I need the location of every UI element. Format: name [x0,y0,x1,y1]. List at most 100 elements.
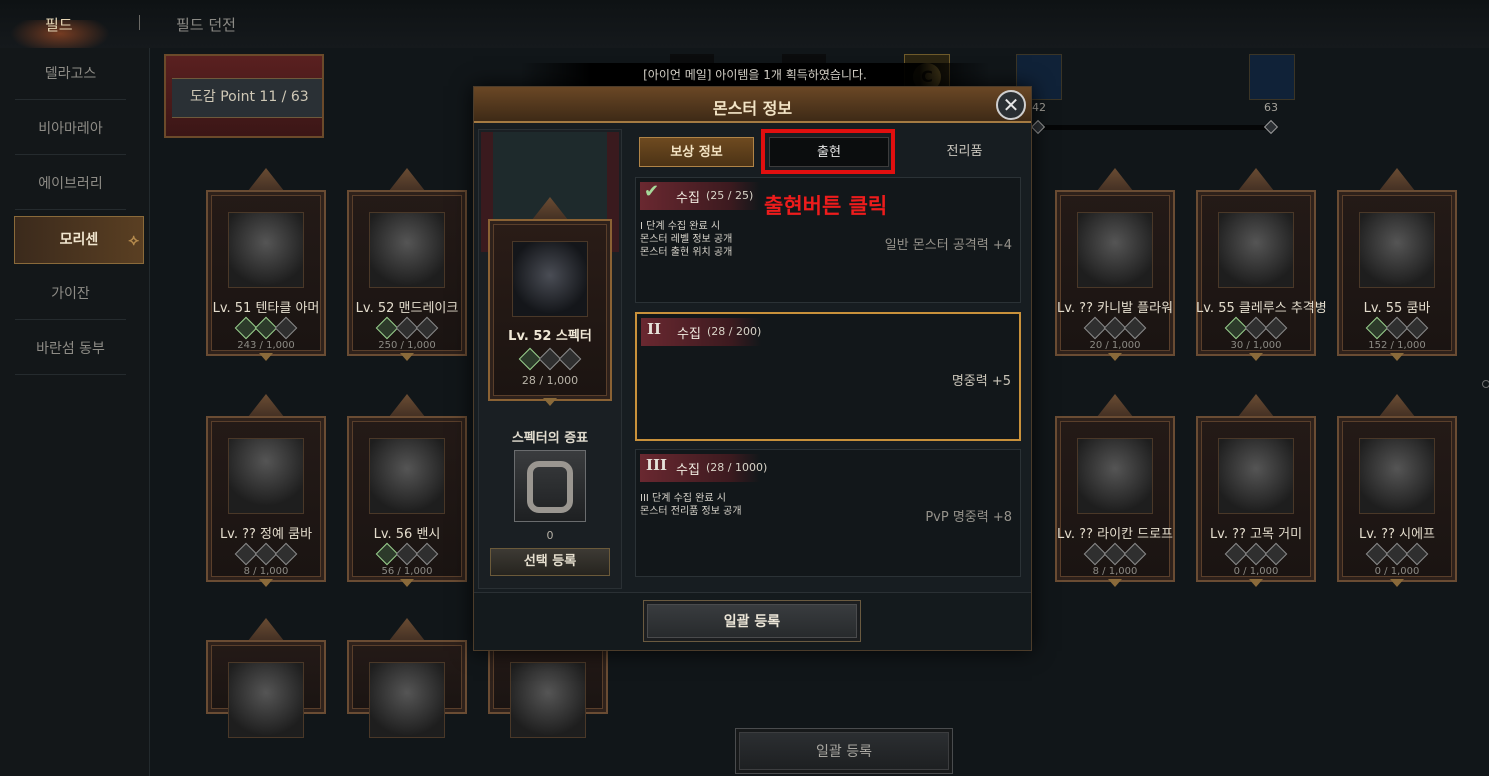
stage-pending-icon [1123,316,1147,340]
tab-loot[interactable]: 전리품 [907,137,1022,167]
monster-name: Lv. 52 맨드레이크 [355,301,459,316]
monster-name: Lv. 51 텐타클 아머 [212,301,320,316]
scroll-indicator[interactable] [1482,380,1489,388]
modal-bulk-register-button[interactable]: 일괄 등록 [643,600,861,642]
monster-name: Lv. 55 쿰바 [1363,301,1431,316]
card-reward-icon[interactable] [1249,54,1295,100]
monster-portrait [228,438,304,514]
monster-name: Lv. 52 스펙터 [508,329,592,344]
milestone-value: 42 [1032,101,1046,114]
monster-card[interactable]: Lv. ?? 고목 거미 0 / 1,000 [1196,394,1316,587]
appearance-tab-highlight [761,129,895,174]
emblem-icon [527,461,573,513]
monster-card[interactable]: Lv. 55 클레루스 추격병 30 / 1,000 [1196,168,1327,361]
sidebar-item-baran-east[interactable]: 바란섬 동부 [15,323,126,375]
card-ornament [1108,579,1122,587]
monster-portrait [369,212,445,288]
card-ornament [400,579,414,587]
monster-card[interactable]: Lv. 52 맨드레이크 250 / 1,000 [347,168,467,361]
stage-title: 수집 [676,463,700,478]
collection-count: 0 / 1,000 [1374,566,1420,577]
collection-stage-marks [488,347,612,371]
stage-title: 수집 [677,327,701,342]
monster-portrait [1359,438,1435,514]
collection-count: 20 / 1,000 [1089,340,1141,351]
sidebar-item-aberry[interactable]: 에이브러리 [15,158,126,210]
region-sidebar: 델라고스 비아마레아 에이브러리 모리센 ⟡ 가이잔 바란섬 동부 [0,48,150,776]
bulk-register-button[interactable]: 일괄 등록 [735,728,953,774]
select-register-button[interactable]: 선택 등록 [490,548,610,576]
stage-count: (28 / 200) [707,325,762,338]
reward-stage-2: II 수집 (28 / 200) 명중력 +5 [635,312,1021,441]
stage-roman-numeral: III [646,456,668,474]
monster-card[interactable]: Lv. 56 밴시 56 / 1,000 [347,394,467,587]
stage-pending-icon [1405,542,1429,566]
modal-footer: 일괄 등록 [474,592,1031,650]
monster-card[interactable]: Lv. 55 쿰바 152 / 1,000 [1337,168,1457,361]
collection-count: 0 / 1,000 [1233,566,1279,577]
sidebar-item-delagos[interactable]: 델라고스 [15,48,126,100]
collection-stage-marks [1337,316,1457,340]
monster-name: Lv. 55 클레루스 추격병 [1196,301,1327,316]
monster-portrait [1218,438,1294,514]
stage-pending-icon [1405,316,1429,340]
monster-name: Lv. 56 밴시 [373,527,441,542]
monster-card[interactable]: Lv. ?? 카니발 플라워 20 / 1,000 [1055,168,1175,361]
proof-item-slot[interactable] [514,450,586,522]
stage-stat-bonus: 일반 몬스터 공격력 +4 [884,238,1012,253]
stage-pending-icon [1264,542,1288,566]
monster-name: Lv. ?? 카니발 플라워 [1056,301,1174,316]
collection-stage-marks [347,542,467,566]
monster-card[interactable]: Lv. ?? 라이칸 드로프 8 / 1,000 [1055,394,1175,587]
card-ornament [1249,579,1263,587]
milestone-diamond [1263,119,1279,135]
monster-portrait [369,662,445,738]
monster-portrait [369,438,445,514]
close-icon[interactable]: ✕ [996,90,1026,120]
monster-card[interactable]: Lv. ?? 정예 쿰바 8 / 1,000 [206,394,326,587]
monster-card[interactable] [206,618,326,738]
collection-stage-marks [1196,316,1316,340]
monster-card[interactable]: Lv. ?? 시에프 0 / 1,000 [1337,394,1457,587]
monster-name: Lv. ?? 시에프 [1358,527,1435,542]
collection-stage-marks [206,316,326,340]
stage-pending-icon [274,316,298,340]
collection-count: 243 / 1,000 [237,340,295,351]
monster-portrait [1359,212,1435,288]
stage-pending-icon [1264,316,1288,340]
monster-card[interactable]: Lv. 51 텐타클 아머 243 / 1,000 [206,168,326,361]
stage-pending-icon [415,542,439,566]
stage-count: (28 / 1000) [706,461,768,474]
card-ornament [1390,579,1404,587]
sidebar-item-morisen[interactable]: 모리센 ⟡ [14,216,144,264]
monster-portrait [228,212,304,288]
tab-field-dungeon[interactable]: 필드 던전 [176,14,236,35]
sidebar-item-viamarea[interactable]: 비아마레아 [15,103,126,155]
tab-field[interactable]: 필드 [45,14,73,35]
sidebar-item-gaizan[interactable]: 가이잔 [15,268,126,320]
card-ornament [1390,353,1404,361]
collection-stage-marks [1196,542,1316,566]
check-icon: ✔ [644,181,660,202]
collection-count: 28 / 1,000 [521,374,579,387]
card-ornament [259,579,273,587]
collection-count: 56 / 1,000 [381,566,433,577]
milestone-value: 63 [1264,101,1278,114]
milestone-diamond [1030,119,1046,135]
card-ornament [1108,353,1122,361]
collection-stage-marks [206,542,326,566]
monster-portrait [1077,212,1153,288]
ornament-icon: ⟡ [128,230,139,249]
monster-portrait [1218,212,1294,288]
tab-reward-info[interactable]: 보상 정보 [639,137,754,167]
stage-pending-icon [415,316,439,340]
proof-item-quantity: 0 [546,529,554,542]
stage-pending-icon [1123,542,1147,566]
proof-item-label: 스펙터의 증표 [511,431,589,446]
monster-card[interactable] [347,618,467,738]
sidebar-item-label: 모리센 [59,232,99,248]
selected-monster-card: Lv. 52 스펙터 28 / 1,000 [488,197,612,406]
stage-stat-bonus: 명중력 +5 [951,374,1011,389]
modal-title-bar: 몬스터 정보 ✕ [474,87,1031,123]
item-acquired-toast: [아이언 메일] 아이템을 1개 획득하였습니다. [520,63,990,87]
